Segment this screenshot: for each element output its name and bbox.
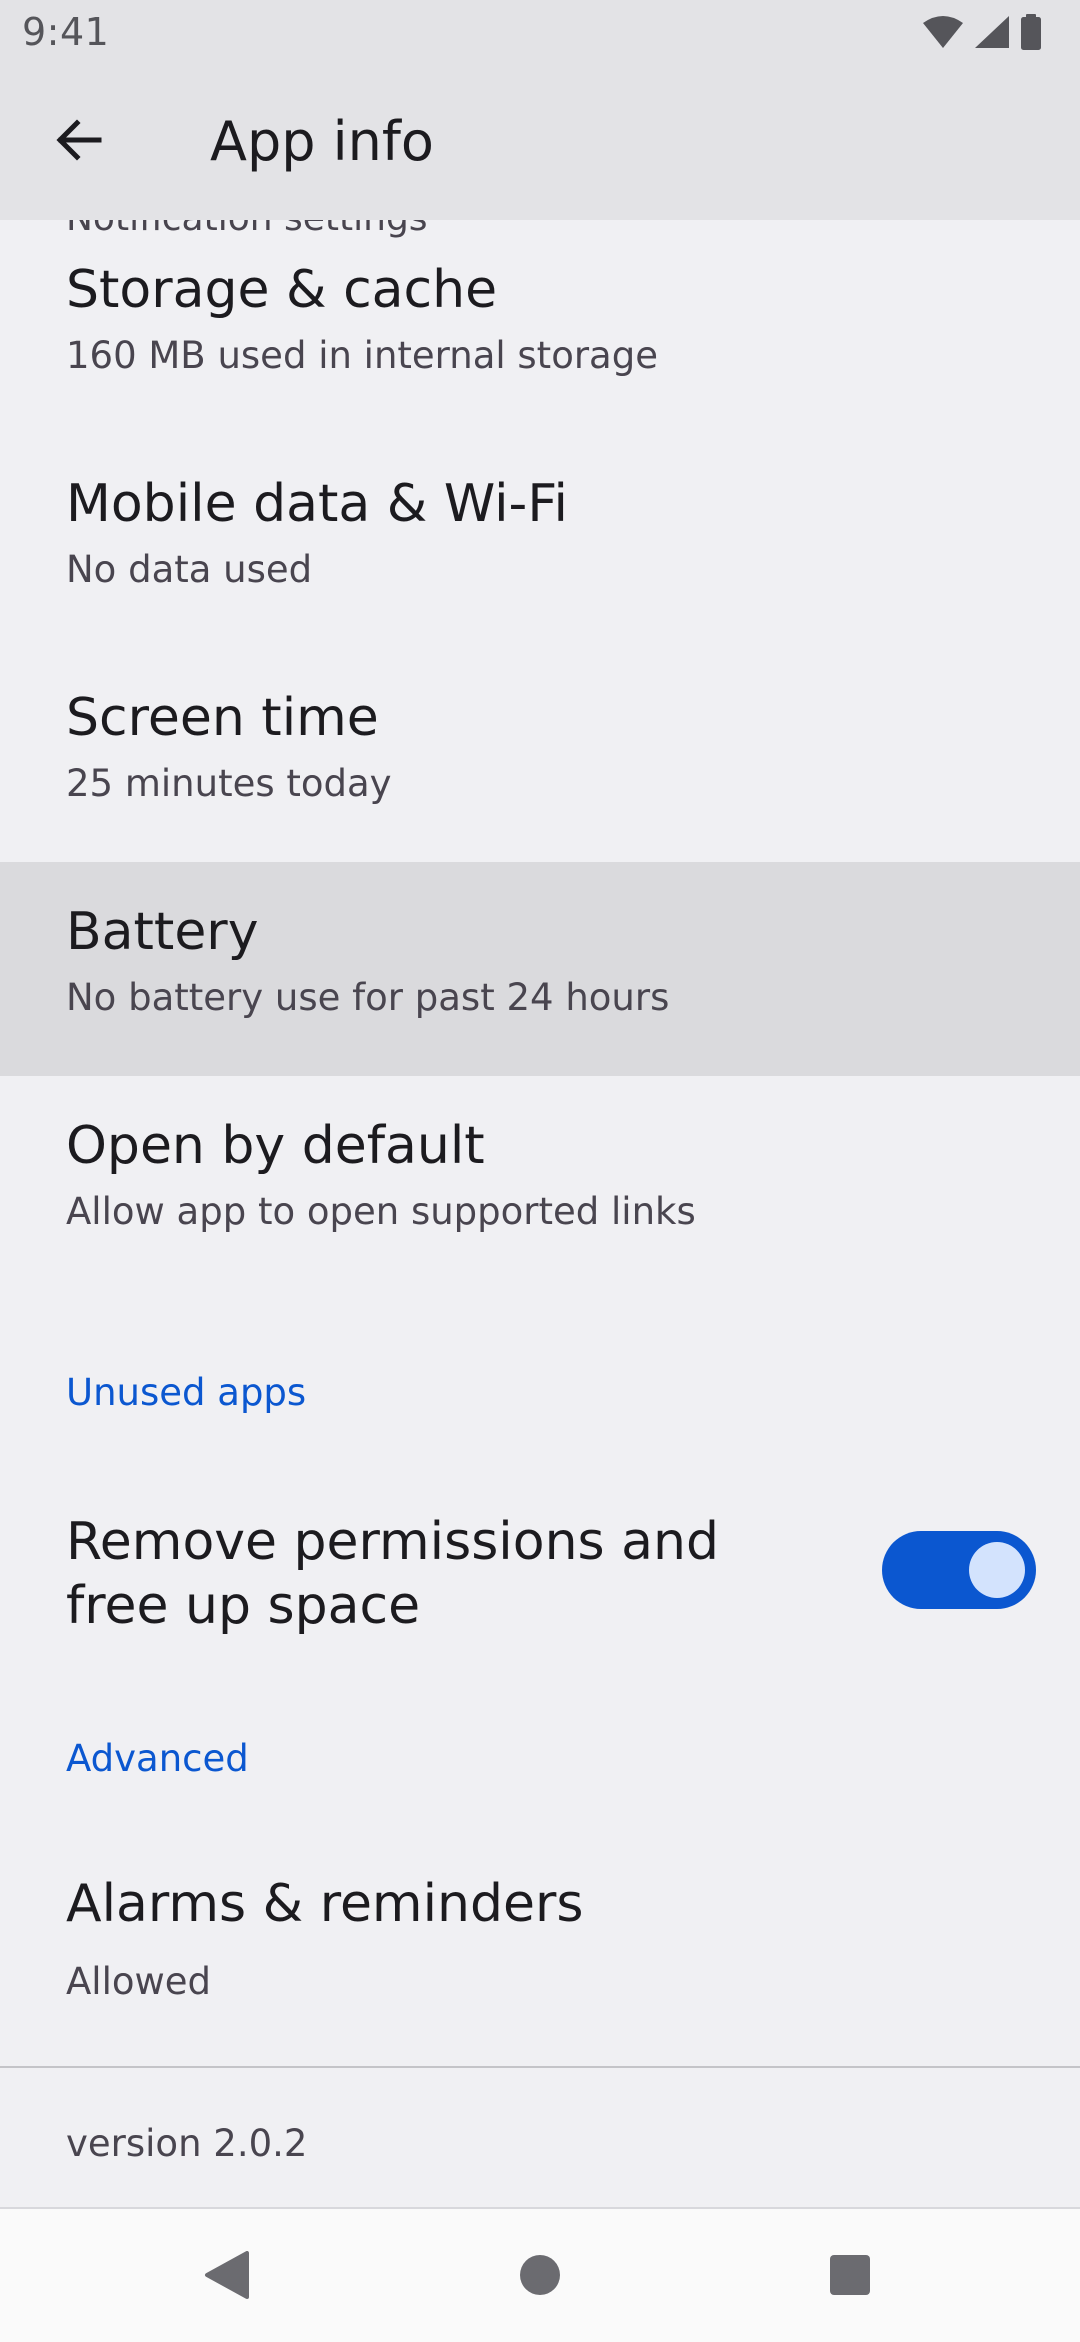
wifi-icon [922,15,964,53]
toggle-row-remove-permissions[interactable]: Remove permissions and free up space [0,1510,1080,1730]
list-item-subtitle: 160 MB used in internal storage [66,334,658,377]
navigation-bar [0,2207,1080,2342]
remove-permissions-switch[interactable] [882,1531,1036,1609]
recents-square-icon [828,2253,872,2301]
status-icons [922,14,1042,54]
cellular-signal-icon [974,15,1010,53]
list-item-subtitle: No battery use for past 24 hours [66,976,670,1019]
list-item-subtitle: 25 minutes today [66,762,392,805]
status-time: 9:41 [22,10,110,54]
list-item-title: Storage & cache [66,260,498,320]
arrow-back-icon [53,115,103,169]
list-item-alarms-reminders[interactable]: Alarms & reminders Allowed [0,1874,1080,2044]
back-triangle-icon [203,2251,249,2303]
list-item-title: Screen time [66,688,379,748]
nav-back-button[interactable] [186,2237,266,2317]
home-circle-icon [518,2253,562,2301]
back-button[interactable] [38,102,118,182]
list-item-title: Mobile data & Wi-Fi [66,474,568,534]
list-item-title: Open by default [66,1116,485,1176]
status-bar: 9:41 [0,0,1080,68]
page-title: App info [210,110,434,173]
section-header-unused-apps: Unused apps [66,1371,307,1414]
nav-home-button[interactable] [500,2237,580,2317]
list-item-storage-cache[interactable]: Storage & cache 160 MB used in internal … [0,220,1080,434]
list-item-title: Battery [66,902,259,962]
version-text: version 2.0.2 [66,2122,308,2165]
app-bar: App info [0,68,1080,220]
list-item-mobile-data-wifi[interactable]: Mobile data & Wi-Fi No data used [0,434,1080,648]
settings-list[interactable]: Notification settings Storage & cache 16… [0,220,1080,2207]
list-item-subtitle: Allow app to open supported links [66,1190,696,1233]
nav-recents-button[interactable] [810,2237,890,2317]
section-header-advanced: Advanced [66,1737,249,1780]
list-item-screen-time[interactable]: Screen time 25 minutes today [0,648,1080,862]
list-item-subtitle: Allowed [66,1960,212,2003]
list-item-open-by-default[interactable]: Open by default Allow app to open suppor… [0,1076,1080,1290]
list-item-title: Alarms & reminders [66,1874,584,1934]
list-item-battery[interactable]: Battery No battery use for past 24 hours [0,862,1080,1076]
toggle-label: Remove permissions and free up space [66,1512,719,1636]
list-item-subtitle: No data used [66,548,313,591]
battery-icon [1020,14,1042,54]
switch-knob [969,1542,1025,1598]
divider [0,2066,1080,2068]
